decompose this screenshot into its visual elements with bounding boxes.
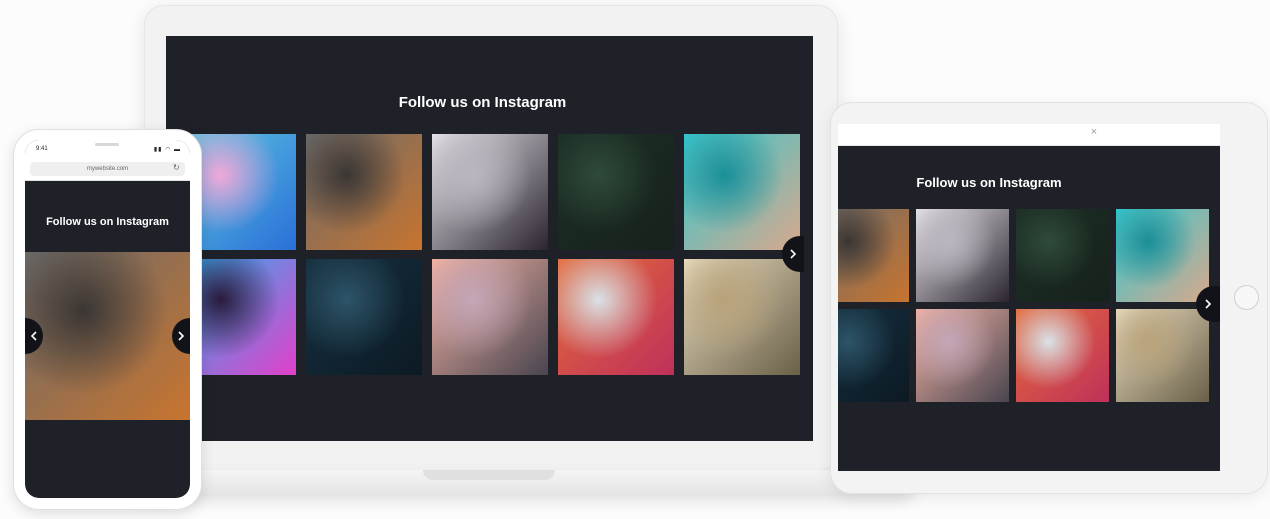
instagram-photo-woman-swimsuit-city[interactable] (432, 134, 548, 250)
phone-notch (63, 140, 151, 153)
instagram-photo-dome-ceiling[interactable] (1116, 309, 1209, 402)
instagram-photo-store-shelves[interactable] (1016, 309, 1109, 402)
tablet-widget-title: Follow us on Instagram (916, 175, 1062, 190)
instagram-photo-man-sitting[interactable] (306, 134, 422, 250)
instagram-photo-sunset-beach[interactable] (432, 259, 548, 375)
instagram-photo-woman-pool[interactable] (1116, 209, 1209, 302)
instagram-photo-woman-swimsuit-city[interactable] (916, 209, 1009, 302)
tablet-close-button[interactable]: × (1086, 125, 1102, 139)
instagram-photo-sunset-beach[interactable] (916, 309, 1009, 402)
phone-photo[interactable] (25, 252, 190, 420)
laptop-screen: Follow us on Instagram (166, 36, 813, 441)
chevron-right-icon (1205, 299, 1212, 309)
instagram-photo-store-shelves[interactable] (558, 259, 674, 375)
tablet-home-button[interactable] (1234, 285, 1259, 310)
tablet-screen: Follow us on Instagram (838, 146, 1220, 471)
status-icons: ▮▮ ◠ ▬ (153, 147, 181, 153)
tablet-browser-bar (838, 124, 1220, 146)
chevron-left-icon (30, 331, 37, 341)
url-field[interactable]: mywebsite.com (30, 162, 185, 176)
instagram-photo-fern-leaves[interactable] (1016, 209, 1109, 302)
phone-screen: 9:41 ▮▮ ◠ ▬ mywebsite.com ↻ Follow us on… (25, 140, 190, 498)
phone-speaker (95, 143, 119, 146)
phone-url-bar: mywebsite.com ↻ (25, 158, 190, 181)
status-time: 9:41 (36, 146, 48, 152)
instagram-photo-dome-ceiling[interactable] (684, 259, 800, 375)
instagram-photo-city-alley[interactable] (838, 309, 909, 402)
laptop-trackpad-notch (423, 470, 555, 480)
instagram-photo-woman-pool[interactable] (684, 134, 800, 250)
laptop-widget-title: Follow us on Instagram (398, 94, 567, 111)
instagram-photo-fern-leaves[interactable] (558, 134, 674, 250)
instagram-photo-man-sitting[interactable] (838, 209, 909, 302)
instagram-photo-city-alley[interactable] (306, 259, 422, 375)
phone-widget-title: Follow us on Instagram (46, 216, 169, 228)
chevron-right-icon (178, 331, 185, 341)
chevron-right-icon (790, 249, 797, 259)
reload-icon[interactable]: ↻ (173, 163, 180, 172)
